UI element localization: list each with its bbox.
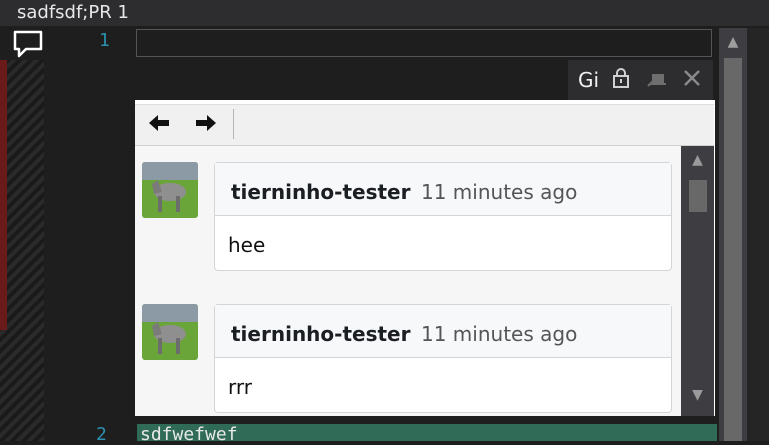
- right-margin: [747, 28, 769, 441]
- line-2-text: sdfwefwef: [140, 424, 238, 441]
- comment-header: tierninho-tester 11 minutes ago: [215, 305, 671, 358]
- comment-body: rrr: [228, 375, 252, 399]
- arrow-left-icon[interactable]: [147, 112, 171, 140]
- window-title: sadfsdf;PR 1: [17, 2, 129, 23]
- scroll-up-icon[interactable]: ▲: [719, 30, 747, 54]
- line-number-1: 1: [99, 30, 110, 51]
- gutter-marker-red: [0, 60, 7, 330]
- arrow-right-icon[interactable]: [194, 112, 218, 140]
- comment-glyph-icon[interactable]: [12, 29, 44, 61]
- comment-author[interactable]: tierninho-tester: [231, 322, 410, 346]
- avatar: [142, 162, 198, 218]
- comment-time[interactable]: 11 minutes ago: [421, 322, 577, 346]
- panel-toolbar: [135, 104, 714, 146]
- editor-line-2[interactable]: sdfwefwef: [137, 424, 717, 441]
- scroll-down-icon[interactable]: ▼: [681, 387, 714, 403]
- tool-window-title: Gi: [578, 68, 600, 92]
- comment-card: tierninho-tester 11 minutes ago hee: [214, 162, 672, 271]
- toolbar-separator: [233, 109, 234, 139]
- comment-card: tierninho-tester 11 minutes ago rrr: [214, 304, 672, 413]
- close-icon[interactable]: [682, 68, 702, 93]
- lock-icon[interactable]: [612, 68, 630, 93]
- avatar: [142, 304, 198, 360]
- pin-icon[interactable]: [646, 70, 668, 93]
- comments-scrollbar-thumb[interactable]: [689, 180, 707, 212]
- scroll-up-icon[interactable]: ▲: [681, 152, 714, 168]
- line-number-2: 2: [96, 424, 107, 445]
- comment-time[interactable]: 11 minutes ago: [421, 180, 577, 204]
- editor-line-1[interactable]: [136, 29, 712, 57]
- title-bar: sadfsdf;PR 1: [0, 0, 769, 26]
- comment-header: tierninho-tester 11 minutes ago: [215, 163, 671, 216]
- editor-scrollbar-thumb[interactable]: [724, 58, 742, 441]
- comment-body: hee: [228, 233, 266, 257]
- comment-author[interactable]: tierninho-tester: [231, 180, 410, 204]
